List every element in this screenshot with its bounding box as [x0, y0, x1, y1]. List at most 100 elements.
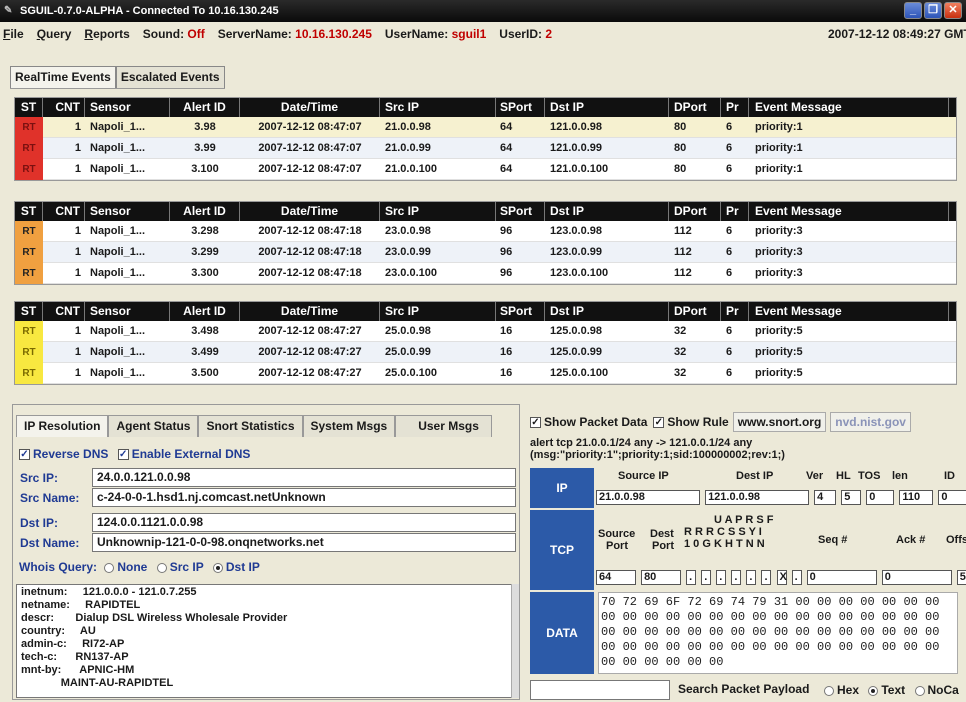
hex-radio[interactable]	[824, 685, 834, 696]
tcp-seq-value[interactable]: 0	[806, 570, 877, 585]
table-row[interactable]: RT 1 Napoli_1... 3.300 2007-12-12 08:47:18 23…	[15, 262, 956, 284]
tab-system-msgs[interactable]: System Msgs	[302, 415, 396, 437]
dst-name-field[interactable]: Unknownip-121-0-0-98.onqnetworks.net	[92, 533, 516, 552]
col-sport-header[interactable]: SPort	[496, 302, 545, 321]
ip-tos-value[interactable]: 0	[866, 490, 895, 505]
whois-none-radio[interactable]	[104, 562, 115, 573]
col-dst-ip-header[interactable]: Dst IP	[545, 302, 669, 321]
tcp-flag-value[interactable]: .	[701, 570, 712, 585]
whois-dst-radio[interactable]	[212, 562, 223, 573]
restore-icon[interactable]: ❐	[924, 2, 942, 19]
col-event-message-header[interactable]: Event Message	[749, 302, 949, 321]
col-datetime-header[interactable]: Date/Time	[240, 302, 380, 321]
col-pr-header[interactable]: Pr	[721, 302, 749, 321]
table-row[interactable]: RT 1 Napoli_1... 3.500 2007-12-12 08:47:27 25…	[15, 362, 956, 384]
src-name-row: Src Name: c-24-0-0-1.hsd1.nj.comcast.net…	[16, 488, 516, 507]
table-row[interactable]: RT 1 Napoli_1... 3.98 2007-12-12 08:47:07 21.…	[15, 116, 956, 138]
tab-snort-statistics[interactable]: Snort Statistics	[198, 415, 303, 437]
col-src-ip-header[interactable]: Src IP	[380, 98, 496, 117]
close-icon[interactable]: ✕	[944, 2, 962, 19]
col-datetime-header[interactable]: Date/Time	[240, 98, 380, 117]
menu-query[interactable]: Query	[37, 27, 72, 41]
external-dns-checkbox[interactable]: ✓	[117, 449, 129, 461]
col-dst-ip-header[interactable]: Dst IP	[545, 202, 669, 221]
tcp-sport-value[interactable]: 64	[596, 570, 636, 585]
col-st-header[interactable]: ST	[15, 302, 43, 321]
menu-file[interactable]: File	[3, 27, 24, 41]
col-cnt-header[interactable]: CNT	[43, 98, 85, 117]
search-payload-button[interactable]: Search Packet Payload	[674, 680, 813, 700]
show-rule-checkbox[interactable]: ✓	[653, 416, 665, 428]
col-dport-header[interactable]: DPort	[669, 202, 721, 221]
col-datetime-header[interactable]: Date/Time	[240, 202, 380, 221]
dst-ip-field[interactable]: 124.0.0.1121.0.0.98	[92, 513, 516, 532]
col-sensor-header[interactable]: Sensor	[85, 302, 170, 321]
tcp-flag-value[interactable]: .	[686, 570, 697, 585]
nocase-radio[interactable]	[914, 685, 925, 696]
payload-search-input[interactable]	[530, 680, 670, 700]
tab-agent-status[interactable]: Agent Status	[108, 415, 199, 437]
col-sensor-header[interactable]: Sensor	[85, 98, 170, 117]
src-name-field[interactable]: c-24-0-0-1.hsd1.nj.comcast.netUnknown	[92, 488, 516, 507]
ip-id-value[interactable]: 0	[938, 490, 966, 505]
col-sport-cell: 64	[500, 142, 513, 154]
ip-dest-value[interactable]: 121.0.0.98	[705, 490, 810, 505]
tcp-flag-value[interactable]: .	[791, 570, 802, 585]
ip-len-value[interactable]: 110	[899, 490, 934, 505]
minimize-icon[interactable]: _	[904, 2, 922, 19]
table-row[interactable]: RT 1 Napoli_1... 3.99 2007-12-12 08:47:07 21.…	[15, 137, 956, 159]
tab-user-msgs[interactable]: User Msgs	[395, 415, 492, 437]
tcp-offset-value[interactable]: 5	[956, 570, 966, 585]
col-src-ip-header[interactable]: Src IP	[380, 302, 496, 321]
show-packet-checkbox[interactable]: ✓	[530, 416, 541, 428]
whois-scrollbar[interactable]	[511, 584, 519, 698]
col-event-message-header[interactable]: Event Message	[749, 98, 949, 117]
ip-hl-value[interactable]: 5	[841, 490, 862, 505]
col-sport-header[interactable]: SPort	[496, 202, 545, 221]
tcp-flag-value[interactable]: .	[731, 570, 742, 585]
col-dport-header[interactable]: DPort	[669, 98, 721, 117]
col-pr-header[interactable]: Pr	[721, 98, 749, 117]
table-row[interactable]: RT 1 Napoli_1... 3.298 2007-12-12 08:47:18 23…	[15, 220, 956, 242]
col-dst-ip-header[interactable]: Dst IP	[545, 98, 669, 117]
user-id: UserID: 2	[499, 27, 553, 41]
col-alert-id-header[interactable]: Alert ID	[170, 302, 240, 321]
snort-link-button[interactable]: www.snort.org	[732, 412, 827, 432]
col-cnt-header[interactable]: CNT	[43, 202, 85, 221]
tcp-flag-value[interactable]: X	[776, 570, 787, 585]
tcp-dport-value[interactable]: 80	[641, 570, 682, 585]
col-sensor-header[interactable]: Sensor	[85, 202, 170, 221]
col-cnt-header[interactable]: CNT	[43, 302, 85, 321]
table-row[interactable]: RT 1 Napoli_1... 3.498 2007-12-12 08:47:27 25…	[15, 320, 956, 342]
table-row[interactable]: RT 1 Napoli_1... 3.299 2007-12-12 08:47:18 23…	[15, 241, 956, 263]
tcp-flag-value[interactable]: .	[746, 570, 757, 585]
col-pr-header[interactable]: Pr	[721, 202, 749, 221]
ip-ver-value[interactable]: 4	[814, 490, 837, 505]
nvd-link-button[interactable]: nvd.nist.gov	[830, 412, 911, 432]
text-radio[interactable]	[868, 685, 879, 696]
packet-hex-dump[interactable]: 70 72 69 6F 72 69 74 79 31 00 00 00 00 0…	[598, 592, 958, 674]
tab-realtime-events[interactable]: RealTime Events	[10, 66, 116, 88]
table-row[interactable]: RT 1 Napoli_1... 3.499 2007-12-12 08:47:27 25…	[15, 341, 956, 363]
sound-status[interactable]: Sound: Off	[143, 27, 205, 41]
col-src-ip-header[interactable]: Src IP	[380, 202, 496, 221]
table-row[interactable]: RT 1 Napoli_1... 3.100 2007-12-12 08:47:07 21…	[15, 158, 956, 180]
col-sport-header[interactable]: SPort	[496, 98, 545, 117]
whois-output[interactable]: inetnum: 121.0.0.0 - 121.0.7.255 netname…	[16, 584, 516, 698]
menu-reports[interactable]: Reports	[84, 27, 129, 41]
src-ip-field[interactable]: 24.0.0.121.0.0.98	[92, 468, 516, 487]
tab-escalated-events[interactable]: Escalated Events	[115, 66, 225, 88]
reverse-dns-checkbox[interactable]: ✓	[19, 449, 30, 461]
whois-src-radio[interactable]	[156, 562, 167, 573]
tcp-ack-value[interactable]: 0	[881, 570, 952, 585]
col-st-header[interactable]: ST	[15, 98, 43, 117]
tab-ip-resolution[interactable]: IP Resolution	[16, 415, 109, 437]
col-alert-id-header[interactable]: Alert ID	[170, 202, 240, 221]
tcp-flag-value[interactable]: .	[761, 570, 772, 585]
col-st-header[interactable]: ST	[15, 202, 43, 221]
col-event-message-header[interactable]: Event Message	[749, 202, 949, 221]
col-alert-id-header[interactable]: Alert ID	[170, 98, 240, 117]
ip-source-value[interactable]: 21.0.0.98	[596, 490, 700, 505]
col-dport-header[interactable]: DPort	[669, 302, 721, 321]
tcp-flag-value[interactable]: .	[716, 570, 727, 585]
